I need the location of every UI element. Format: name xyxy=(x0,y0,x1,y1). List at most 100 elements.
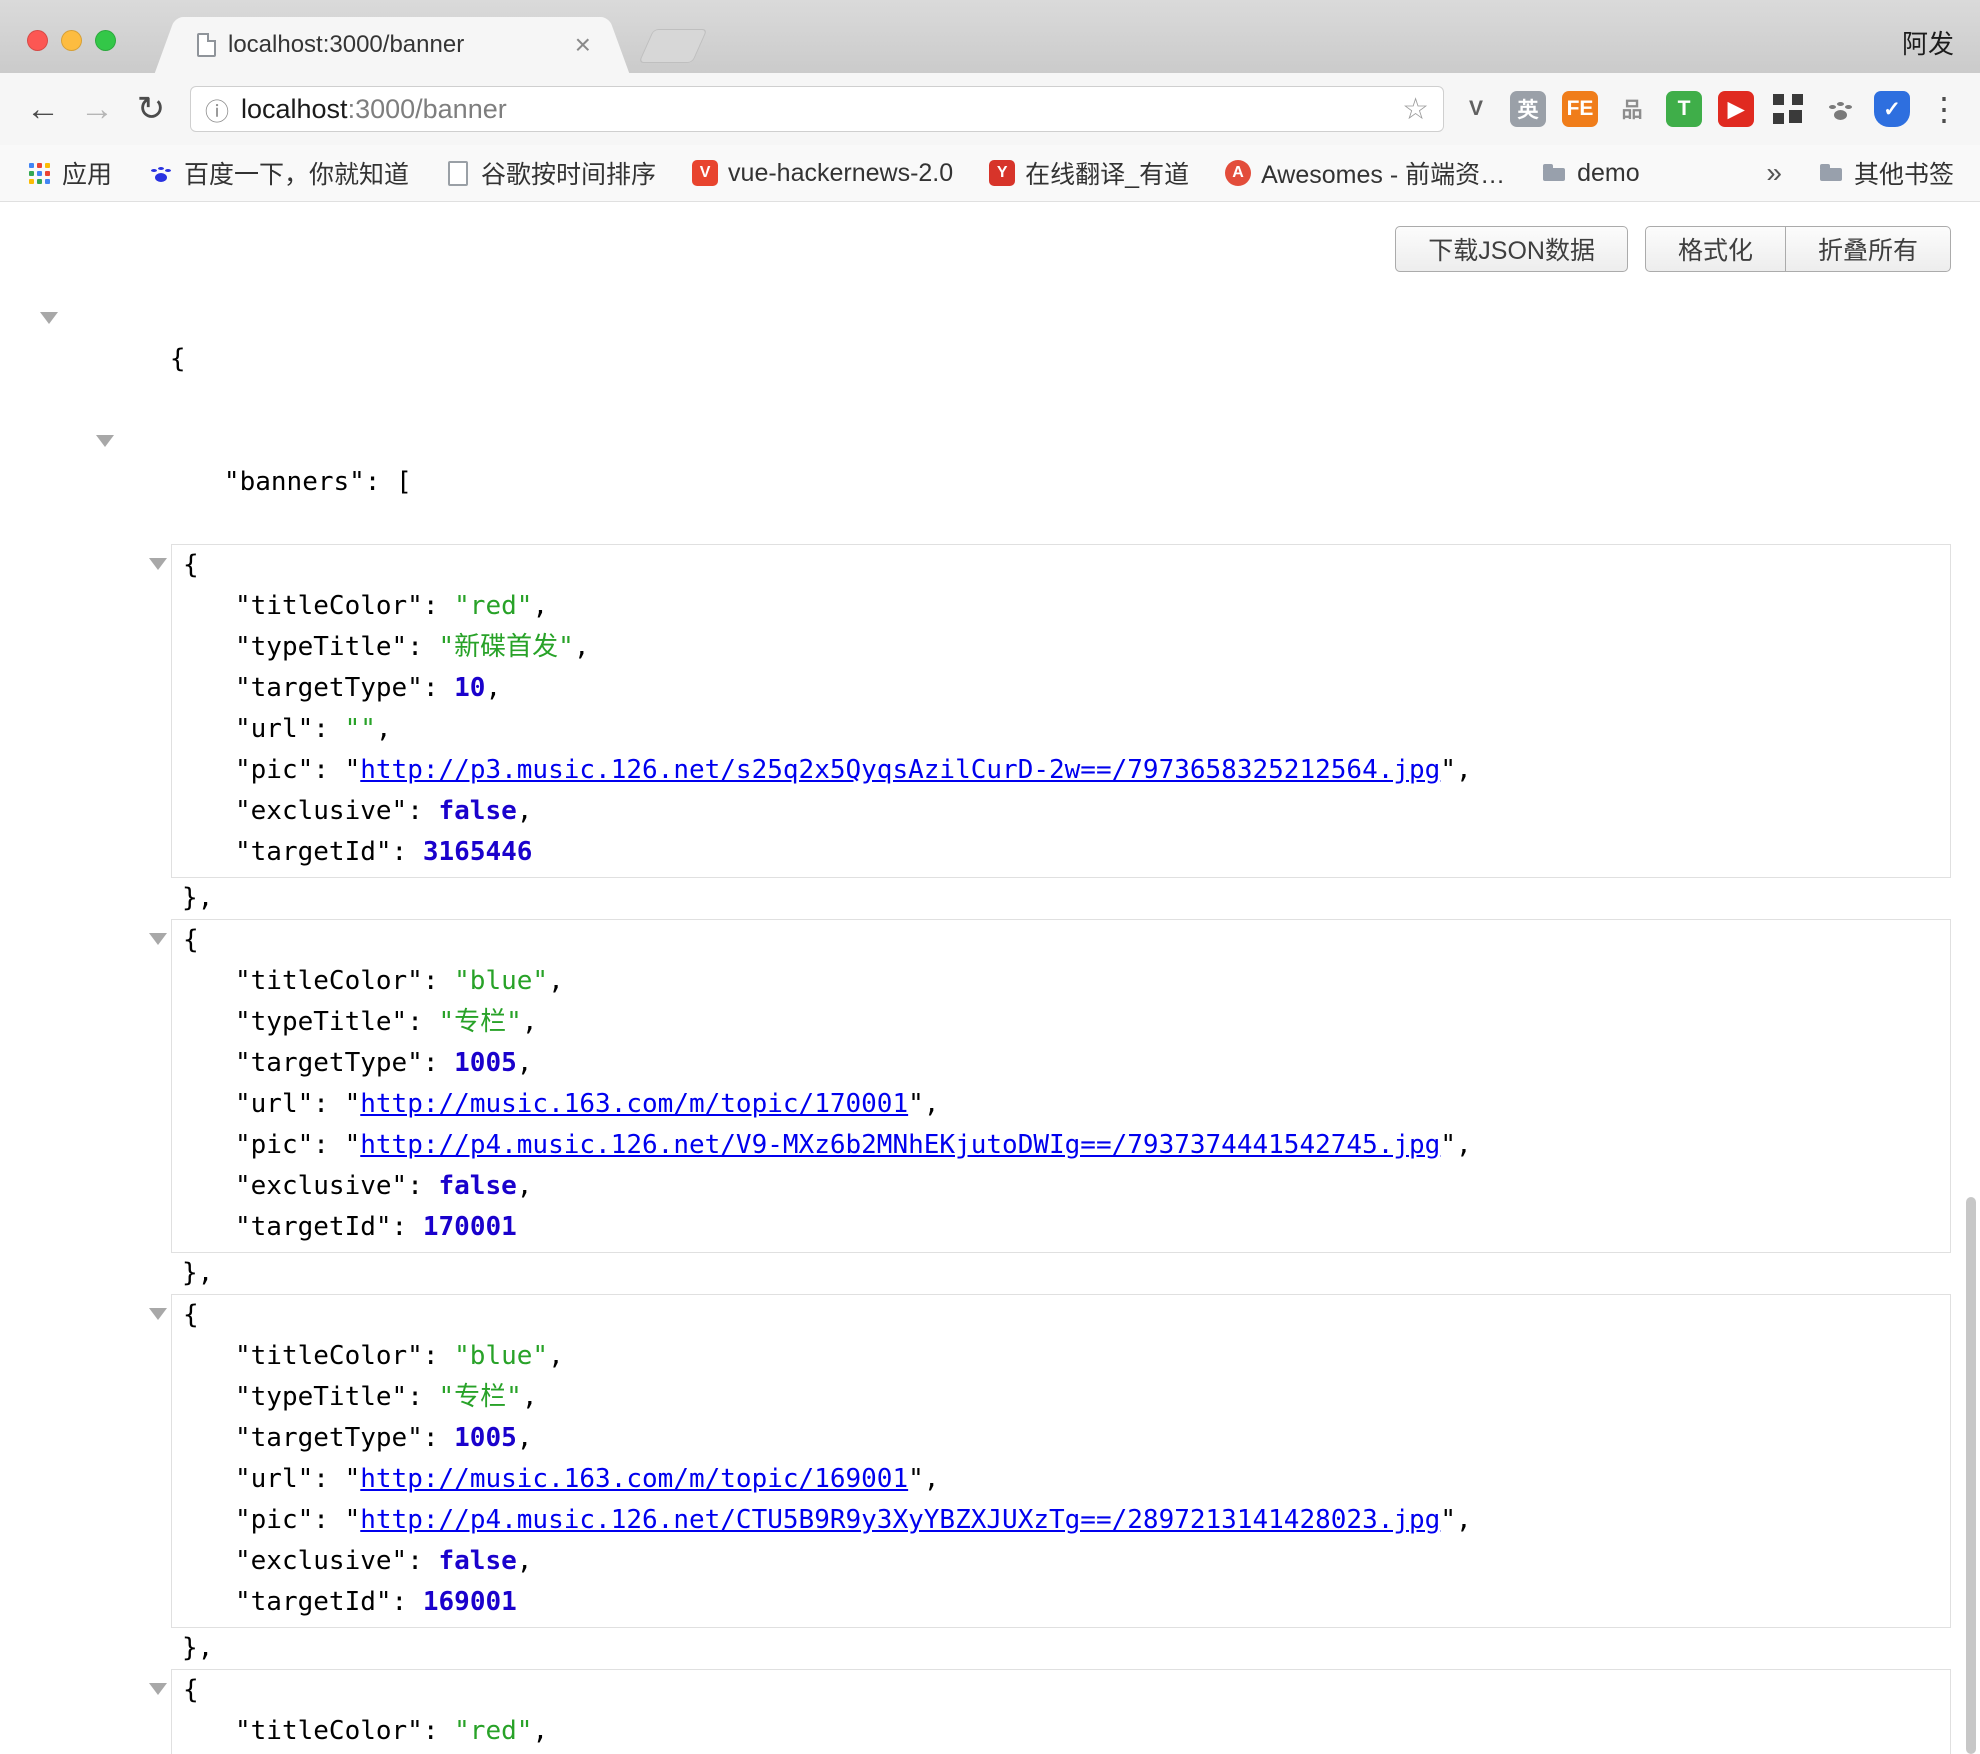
json-property-line: "url": "http://music.163.com/m/topic/169… xyxy=(183,1459,1950,1500)
traffic-lights xyxy=(27,30,116,51)
profile-name[interactable]: 阿发 xyxy=(1902,24,1954,61)
json-comma: , xyxy=(517,796,533,826)
fe-icon[interactable]: FE xyxy=(1562,91,1598,127)
collapse-toggle-icon[interactable] xyxy=(149,933,167,945)
json-property-line: "targetId": 3165446 xyxy=(183,832,1950,873)
site-info-icon[interactable]: ⓘ xyxy=(205,92,229,127)
zoom-window-button[interactable] xyxy=(95,30,116,51)
json-property-line: "typeTitle": "新碟首发", xyxy=(183,627,1950,668)
object-close-brace: }, xyxy=(171,1253,1951,1294)
bookmark-item[interactable]: AAwesomes - 前端资… xyxy=(1225,155,1505,191)
collapse-toggle-icon[interactable] xyxy=(96,435,114,447)
page-favicon-icon xyxy=(197,33,216,57)
json-key: "url" xyxy=(235,1464,313,1494)
json-banners-list: {"titleColor": "red","typeTitle": "新碟首发"… xyxy=(0,544,1980,1754)
bookmark-item[interactable]: 谷歌按时间排序 xyxy=(445,155,656,191)
bookmark-item[interactable]: Y在线翻译_有道 xyxy=(989,155,1189,191)
video-icon[interactable]: ▶ xyxy=(1718,91,1754,127)
json-object-box: {"titleColor": "red","typeTitle": "新碟首发"… xyxy=(171,544,1951,878)
browser-menu-icon[interactable]: ⋮ xyxy=(1928,90,1960,128)
json-colon: : xyxy=(313,1505,344,1535)
json-colon: : xyxy=(423,591,454,621)
dict-icon[interactable]: 英 xyxy=(1510,91,1546,127)
security-shield-icon[interactable]: ✓ xyxy=(1874,91,1910,127)
json-url-link[interactable]: http://music.163.com/m/topic/170001 xyxy=(360,1089,908,1119)
json-number-value: 169001 xyxy=(423,1587,517,1617)
bookmark-label: demo xyxy=(1577,159,1640,188)
qrcode-icon[interactable] xyxy=(1770,91,1806,127)
bookmark-item[interactable]: Vvue-hackernews-2.0 xyxy=(692,159,953,188)
json-key: "pic" xyxy=(235,1505,313,1535)
paw-icon[interactable] xyxy=(1822,91,1858,127)
other-bookmarks-label: 其他书签 xyxy=(1854,155,1954,191)
close-window-button[interactable] xyxy=(27,30,48,51)
json-key: "targetId" xyxy=(235,1212,392,1242)
forward-icon[interactable]: → xyxy=(74,86,120,132)
json-property-line: "pic": "http://p4.music.126.net/CTU5B9R9… xyxy=(183,1500,1950,1541)
json-property-line: "targetId": 170001 xyxy=(183,1207,1950,1248)
json-number-value: 1005 xyxy=(454,1423,517,1453)
json-colon: : xyxy=(392,1587,423,1617)
address-bar[interactable]: ⓘ localhost:3000/banner ☆ xyxy=(190,86,1444,132)
json-key: "url" xyxy=(235,714,313,744)
json-url-link[interactable]: http://p4.music.126.net/V9-MXz6b2MNhEKju… xyxy=(360,1130,1440,1160)
json-colon: : xyxy=(423,1048,454,1078)
format-button[interactable]: 格式化 xyxy=(1645,226,1786,272)
json-property-line: "pic": "http://p4.music.126.net/V9-MXz6b… xyxy=(183,1125,1950,1166)
bookmark-star-icon[interactable]: ☆ xyxy=(1402,92,1429,127)
json-colon: : xyxy=(407,1382,438,1412)
bookmark-item[interactable]: 应用 xyxy=(26,155,112,191)
json-property-line: "titleColor": "red", xyxy=(183,1711,1950,1752)
format-collapse-group: 格式化 折叠所有 xyxy=(1645,226,1951,272)
json-colon: : xyxy=(392,837,423,867)
json-colon: : xyxy=(407,1546,438,1576)
bookmark-item[interactable]: 百度一下，你就知道 xyxy=(148,155,409,191)
json-url-link[interactable]: http://music.163.com/m/topic/169001 xyxy=(360,1464,908,1494)
collapse-toggle-icon[interactable] xyxy=(149,1683,167,1695)
collapse-toggle-icon[interactable] xyxy=(149,558,167,570)
bookmarks-overflow-icon[interactable]: » xyxy=(1766,157,1782,189)
json-comma: , xyxy=(924,1464,940,1494)
json-comma: , xyxy=(1456,1505,1472,1535)
json-key: "pic" xyxy=(235,755,313,785)
json-key: "typeTitle" xyxy=(235,632,407,662)
json-property-line: "targetType": 1005, xyxy=(183,1043,1950,1084)
back-icon[interactable]: ← xyxy=(20,86,66,132)
collapse-toggle-icon[interactable] xyxy=(40,312,58,324)
json-page-toolbar: 下载JSON数据 格式化 折叠所有 xyxy=(0,202,1980,272)
json-url-link[interactable]: http://p4.music.126.net/CTU5B9R9y3XyYBZX… xyxy=(360,1505,1440,1535)
tab-close-icon[interactable]: × xyxy=(575,31,591,59)
collapse-all-button[interactable]: 折叠所有 xyxy=(1786,226,1951,272)
json-url-link[interactable]: http://p3.music.126.net/s25q2x5QyqsAzilC… xyxy=(360,755,1440,785)
bookmark-label: Awesomes - 前端资… xyxy=(1261,155,1505,191)
json-array-item: {"titleColor": "red","typeTitle": "歌单","… xyxy=(171,1669,1980,1754)
new-tab-button[interactable] xyxy=(638,29,707,63)
minimize-window-button[interactable] xyxy=(61,30,82,51)
reload-icon[interactable]: ↻ xyxy=(128,86,174,132)
browser-window: { "window": { "profile_name": "阿发" }, "t… xyxy=(0,0,1980,1754)
json-key: "targetType" xyxy=(235,1423,423,1453)
url-path: :3000/banner xyxy=(348,94,507,124)
json-colon: : xyxy=(407,632,438,662)
json-property-line: "pic": "http://p3.music.126.net/s25q2x5Q… xyxy=(183,750,1950,791)
tampermonkey-icon[interactable]: T xyxy=(1666,91,1702,127)
scrollbar-thumb[interactable] xyxy=(1966,1197,1976,1754)
vimium-icon[interactable]: V xyxy=(1458,91,1494,127)
download-json-button[interactable]: 下载JSON数据 xyxy=(1395,226,1628,272)
json-quote: " xyxy=(345,1505,361,1535)
object-open-brace: { xyxy=(183,1670,1950,1711)
url-text[interactable]: localhost:3000/banner xyxy=(241,94,1390,125)
json-colon: : xyxy=(423,1423,454,1453)
other-bookmarks[interactable]: 其他书签 xyxy=(1818,155,1954,191)
vue-icon: V xyxy=(692,160,718,186)
json-quote: " xyxy=(1440,1130,1456,1160)
json-property-line: "titleColor": "red", xyxy=(183,586,1950,627)
bookmark-item[interactable]: demo xyxy=(1541,159,1640,188)
browser-tab[interactable]: localhost:3000/banner × xyxy=(177,17,607,73)
json-quote: " xyxy=(908,1089,924,1119)
json-comma: , xyxy=(485,673,501,703)
bookmarks-list: 应用百度一下，你就知道谷歌按时间排序 Vvue-hackernews-2.0 Y在线… xyxy=(26,155,1640,191)
collapse-toggle-icon[interactable] xyxy=(149,1308,167,1320)
json-key: "targetType" xyxy=(235,1048,423,1078)
org-chart-icon[interactable]: 品 xyxy=(1614,91,1650,127)
